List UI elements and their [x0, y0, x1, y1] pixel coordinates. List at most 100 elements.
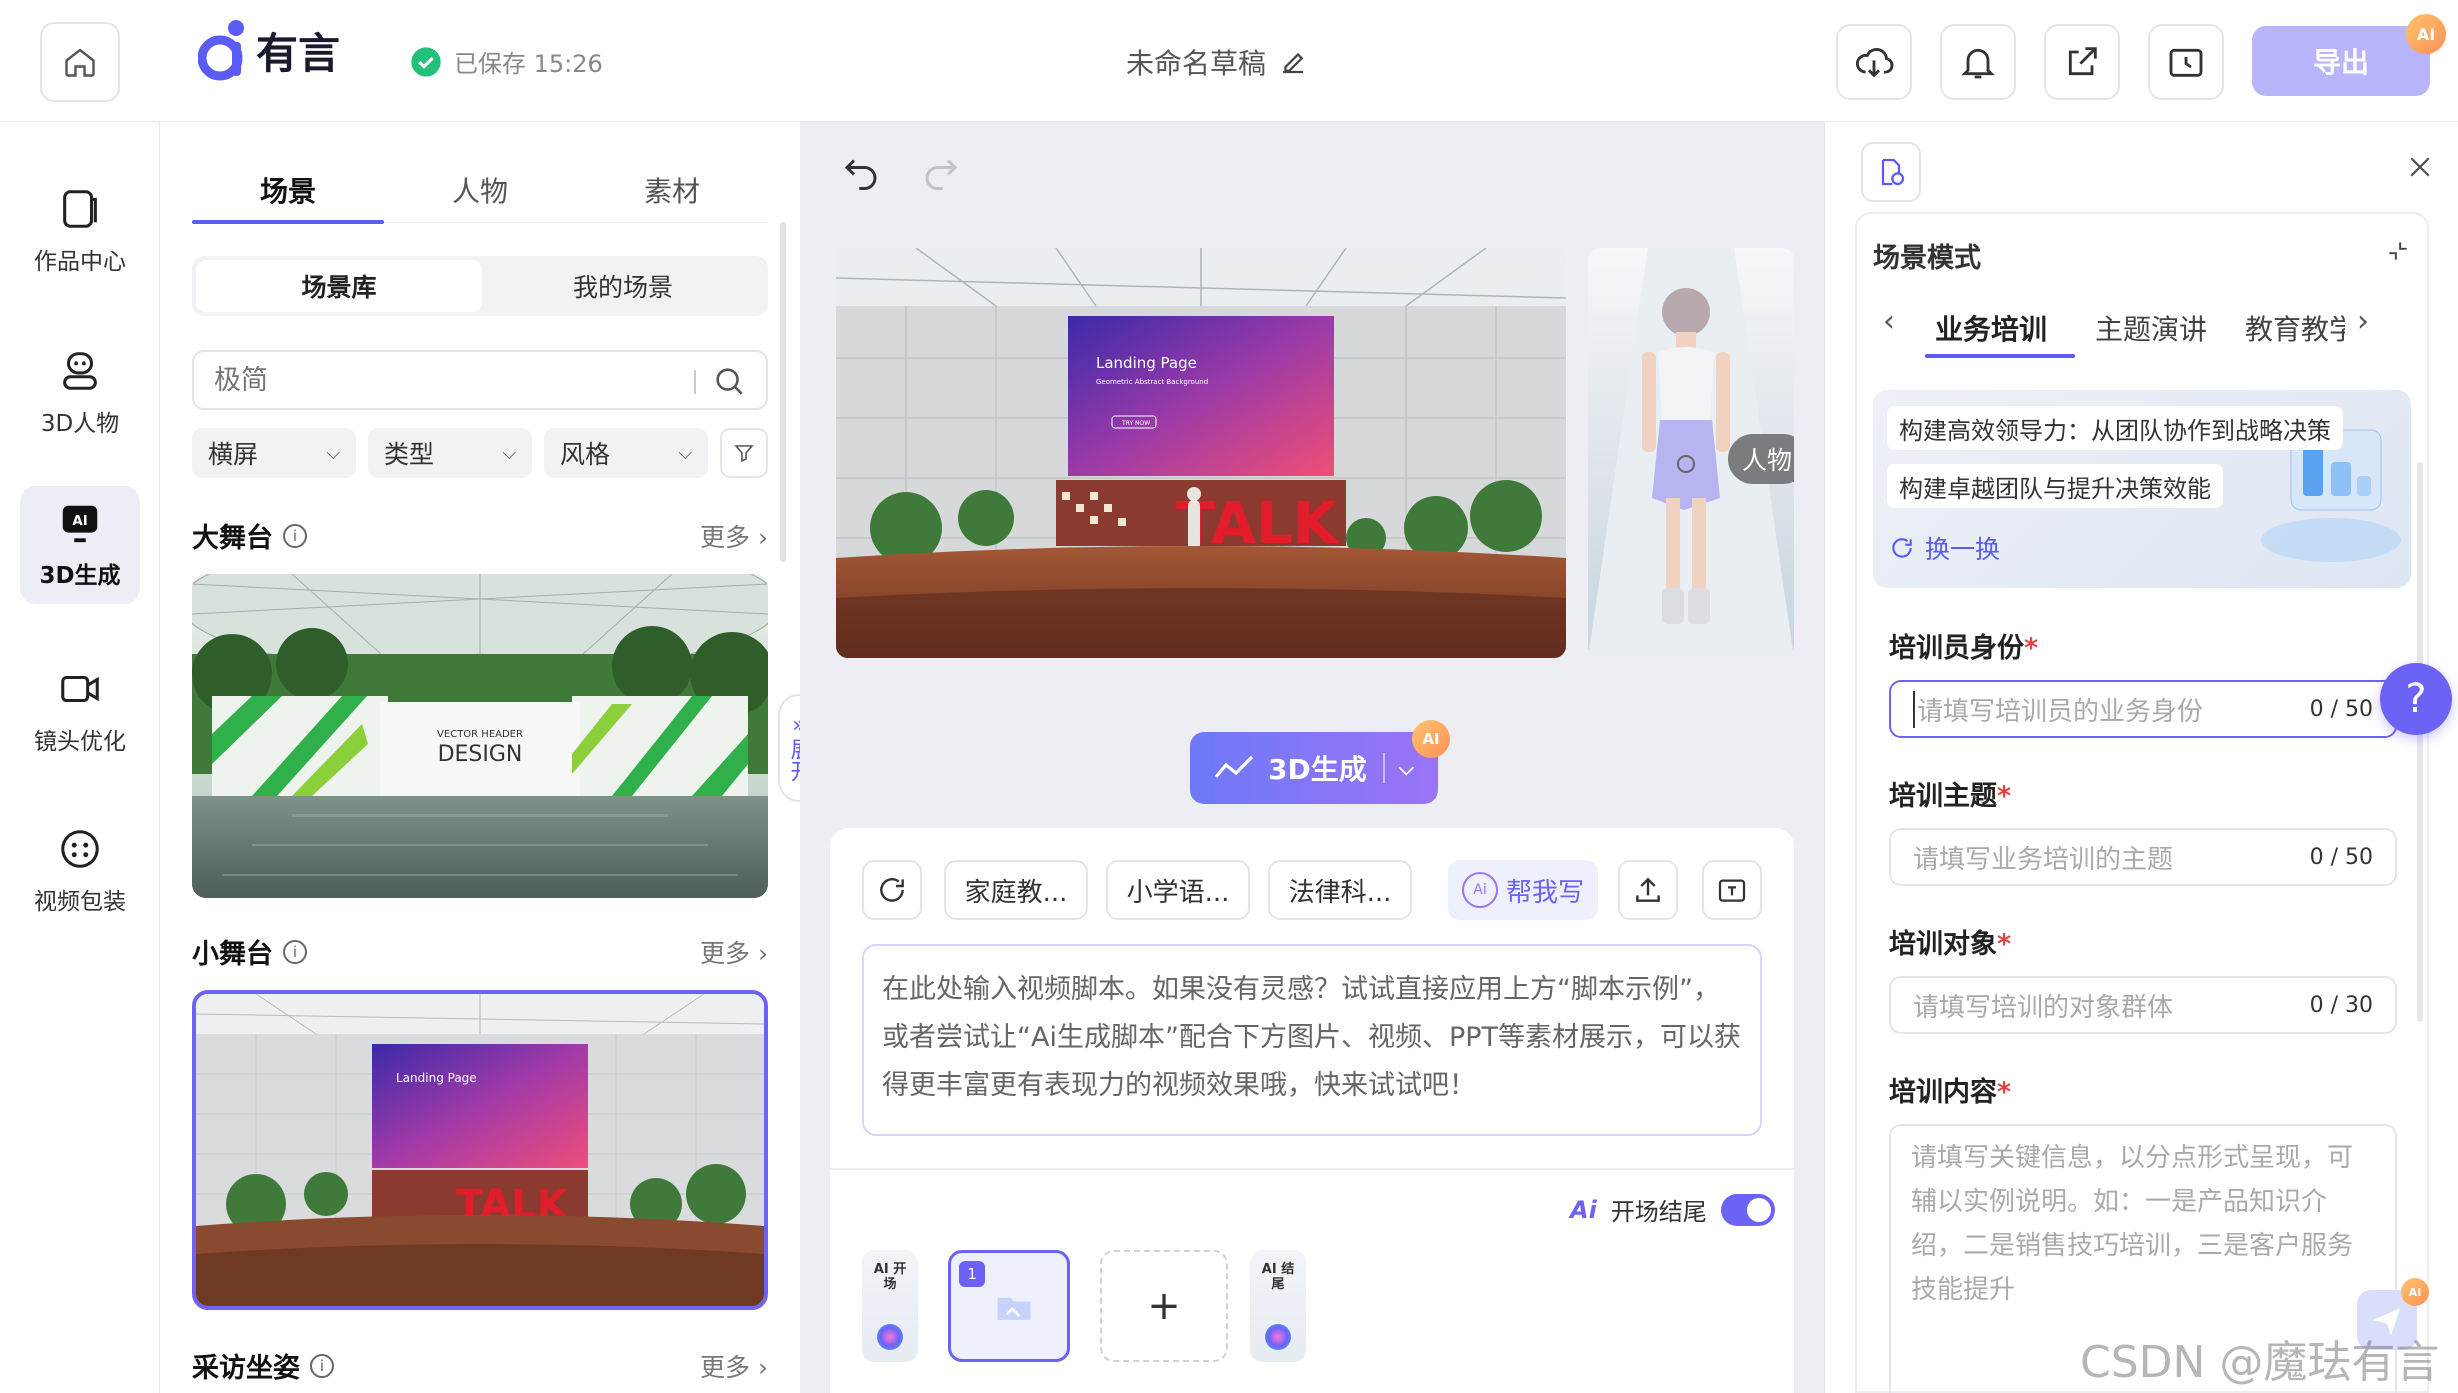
collapse-icon[interactable] — [2385, 238, 2411, 264]
export-button[interactable]: 导出 — [2252, 26, 2430, 96]
filter-type[interactable]: 类型 ⌵ — [368, 428, 532, 478]
nav-packaging-label: 视频包装 — [34, 889, 126, 915]
timeline-add-button[interactable]: + — [1100, 1250, 1228, 1362]
mode-tab-business[interactable]: 业务培训 — [1935, 308, 2047, 348]
character-tag: 人物 — [1728, 434, 1794, 484]
chevron-down-icon[interactable]: ⌵ — [1399, 756, 1414, 780]
nav-3d-generate[interactable]: AI 3D生成 — [20, 486, 140, 604]
redo-icon[interactable] — [920, 150, 962, 192]
mode-tab-education[interactable]: 教育教学 — [2245, 308, 2345, 348]
info-icon[interactable]: i — [283, 939, 307, 964]
side-nav: 作品中心 3D人物 AI 3D生成 镜头优化 视频包装 — [0, 122, 160, 1393]
input-placeholder: 请填写培训员的业务身份 — [1913, 690, 2203, 728]
timeline-ai-start[interactable]: AI 开场 — [862, 1250, 918, 1362]
panel-doc-button[interactable] — [1861, 142, 1921, 202]
more-link-interview[interactable]: 更多 › — [700, 1348, 768, 1384]
info-icon[interactable]: i — [310, 1353, 334, 1378]
opening-ending-toggle[interactable] — [1720, 1193, 1775, 1226]
refresh-button[interactable] — [862, 860, 922, 920]
opening-ending-toggle-row: Ai 开场结尾 — [1570, 1192, 1775, 1227]
scene-mode-panel: 场景模式 ‹ 业务培训 主题演讲 教育教学 › 构建高效领导力：从团队协作到战略… — [1824, 122, 2458, 1393]
small-stage-screen-text: Landing Page — [396, 1071, 477, 1085]
history-button[interactable] — [2148, 24, 2224, 100]
nav-packaging[interactable]: 视频包装 — [20, 812, 140, 930]
script-textarea[interactable]: 在此处输入视频脚本。如果没有灵感？试试直接应用上方“脚本示例”，或者尝试让“Ai… — [862, 944, 1762, 1136]
field-label-text: 培训内容 — [1889, 1077, 1997, 1108]
upload-button[interactable] — [1618, 860, 1678, 920]
notification-button[interactable] — [1940, 24, 2016, 100]
ai-end-label: AI 结尾 — [1261, 1262, 1295, 1292]
chevron-right-icon[interactable]: › — [2357, 304, 2369, 339]
segment-scene-library[interactable]: 场景库 — [196, 260, 482, 312]
nav-3d-character-label: 3D人物 — [40, 411, 120, 437]
cloud-download-button[interactable] — [1836, 24, 1912, 100]
character-tag-label: 人物 — [1742, 446, 1793, 475]
refresh-icon — [880, 878, 904, 902]
timeline-ai-end[interactable]: AI 结尾 — [1250, 1250, 1306, 1362]
tab-character[interactable]: 人物 — [452, 170, 508, 210]
edit-icon[interactable] — [1278, 47, 1308, 77]
training-audience-input[interactable]: 请填写培训的对象群体 0 / 30 — [1889, 976, 2397, 1034]
script-example-chip[interactable]: 小学语... — [1106, 860, 1250, 920]
nav-camera[interactable]: 镜头优化 — [20, 652, 140, 770]
refresh-suggestions-button[interactable]: 换一换 — [1889, 530, 2000, 566]
trainer-identity-input[interactable]: 请填写培训员的业务身份 0 / 50 — [1889, 680, 2397, 738]
help-button[interactable]: ? — [2380, 663, 2452, 735]
scene-preview-image: Landing Page Geometric Abstract Backgrou… — [836, 248, 1566, 658]
char-counter: 0 / 50 — [2309, 844, 2373, 870]
info-icon[interactable]: i — [283, 523, 307, 548]
timeline-clip[interactable]: 1 — [948, 1250, 1070, 1362]
mode-tab-speech[interactable]: 主题演讲 — [2095, 308, 2207, 348]
ai-logo-icon: Ai — [1570, 1195, 1597, 1224]
face-icon — [61, 830, 99, 868]
section-title-big-stage: 大舞台 i — [192, 516, 307, 555]
tab-scene[interactable]: 场景 — [260, 170, 316, 210]
suggestion-chip[interactable]: 构建高效领导力：从团队协作到战略决策 — [1887, 406, 2343, 450]
home-button[interactable] — [40, 22, 120, 102]
share-button[interactable] — [2044, 24, 2120, 100]
nav-works[interactable]: 作品中心 — [20, 172, 140, 290]
filter-funnel-button[interactable] — [720, 428, 768, 478]
filter-style[interactable]: 风格 ⌵ — [544, 428, 708, 478]
nav-works-label: 作品中心 — [34, 249, 126, 275]
undo-icon[interactable] — [840, 150, 882, 192]
script-example-chip[interactable]: 法律科... — [1268, 860, 1412, 920]
more-link-small-stage[interactable]: 更多 › — [700, 934, 768, 970]
template-button[interactable] — [1702, 860, 1762, 920]
generate-3d-button[interactable]: 3D生成 ⌵ — [1190, 732, 1438, 804]
character-preview[interactable]: 人物 — [1588, 248, 1794, 658]
watermark: CSDN @魔珐有言 — [2080, 1337, 2440, 1388]
chip-label: 家庭教... — [964, 877, 1068, 908]
scene-preview[interactable]: Landing Page Geometric Abstract Backgrou… — [836, 248, 1566, 658]
help-write-button[interactable]: Ai 帮我写 — [1448, 860, 1598, 920]
doc-title[interactable]: 未命名草稿 — [1126, 42, 1308, 82]
panel-scrollbar[interactable] — [2417, 462, 2423, 1022]
more-link-big-stage[interactable]: 更多 › — [700, 518, 768, 554]
tab-material[interactable]: 素材 — [644, 170, 700, 210]
training-topic-input[interactable]: 请填写业务培训的主题 0 / 50 — [1889, 828, 2397, 886]
scene-search-input[interactable] — [214, 362, 674, 398]
scene-card-small-stage[interactable]: Landing Page TALK — [192, 990, 768, 1310]
ai-orb-icon — [877, 1324, 903, 1350]
nav-3d-generate-label: 3D生成 — [39, 563, 121, 589]
suggestion-chip[interactable]: 构建卓越团队与提升决策效能 — [1887, 464, 2223, 508]
required-mark: * — [2024, 633, 2039, 664]
chevron-left-icon[interactable]: ‹ — [1883, 304, 1895, 339]
chip-label: 法律科... — [1288, 877, 1392, 908]
nav-3d-character[interactable]: 3D人物 — [20, 334, 140, 452]
filter-orientation[interactable]: 横屏 ⌵ — [192, 428, 356, 478]
top-bar: 有言 已保存 15:26 未命名草稿 导出 AI — [0, 0, 2458, 122]
search-icon[interactable] — [712, 364, 746, 398]
more-label: 更多 — [700, 523, 751, 552]
ai-badge-text: AI — [2416, 24, 2436, 44]
library-scrollbar[interactable] — [780, 222, 786, 562]
char-counter: 0 / 30 — [2309, 992, 2373, 1018]
segment-my-scenes[interactable]: 我的场景 — [482, 260, 764, 312]
ai-circle-icon: Ai — [1461, 872, 1498, 908]
segment-my-scenes-label: 我的场景 — [572, 273, 673, 302]
close-icon[interactable] — [2405, 152, 2435, 182]
script-example-chip[interactable]: 家庭教... — [944, 860, 1088, 920]
more-label: 更多 — [700, 939, 751, 968]
scene-card-big-stage[interactable]: VECTOR HEADER DESIGN — [192, 574, 768, 898]
suggestion-box: 构建高效领导力：从团队协作到战略决策 构建卓越团队与提升决策效能 换一换 — [1873, 390, 2411, 588]
